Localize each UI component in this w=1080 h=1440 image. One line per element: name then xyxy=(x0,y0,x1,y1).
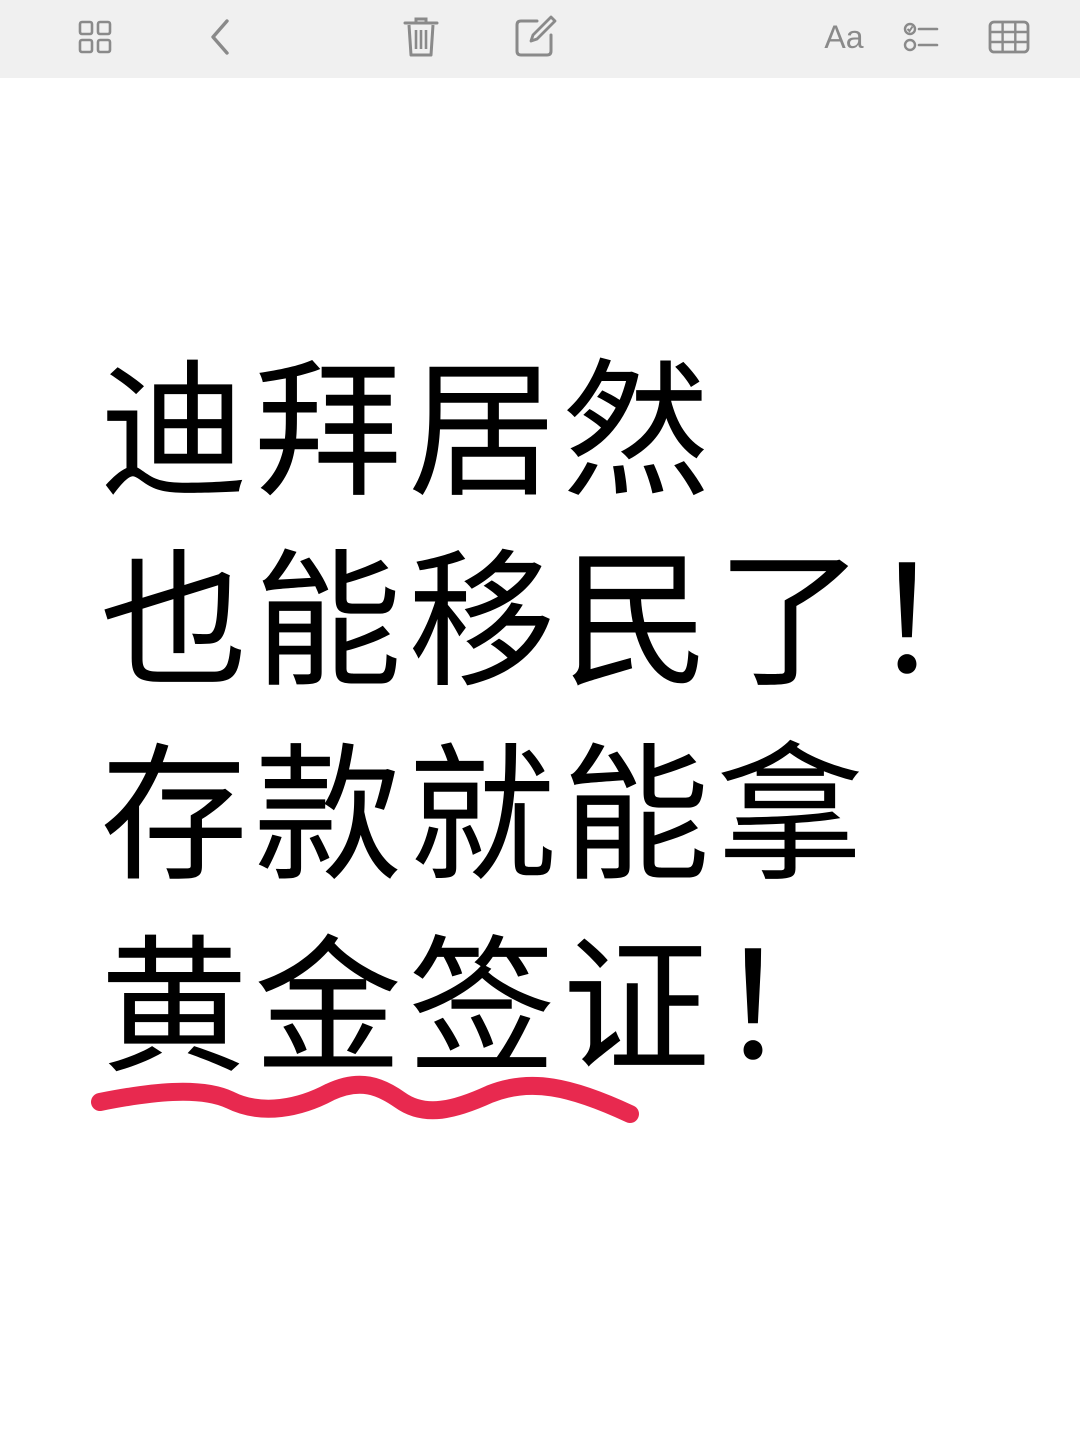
red-underline-squiggle xyxy=(91,1075,639,1123)
